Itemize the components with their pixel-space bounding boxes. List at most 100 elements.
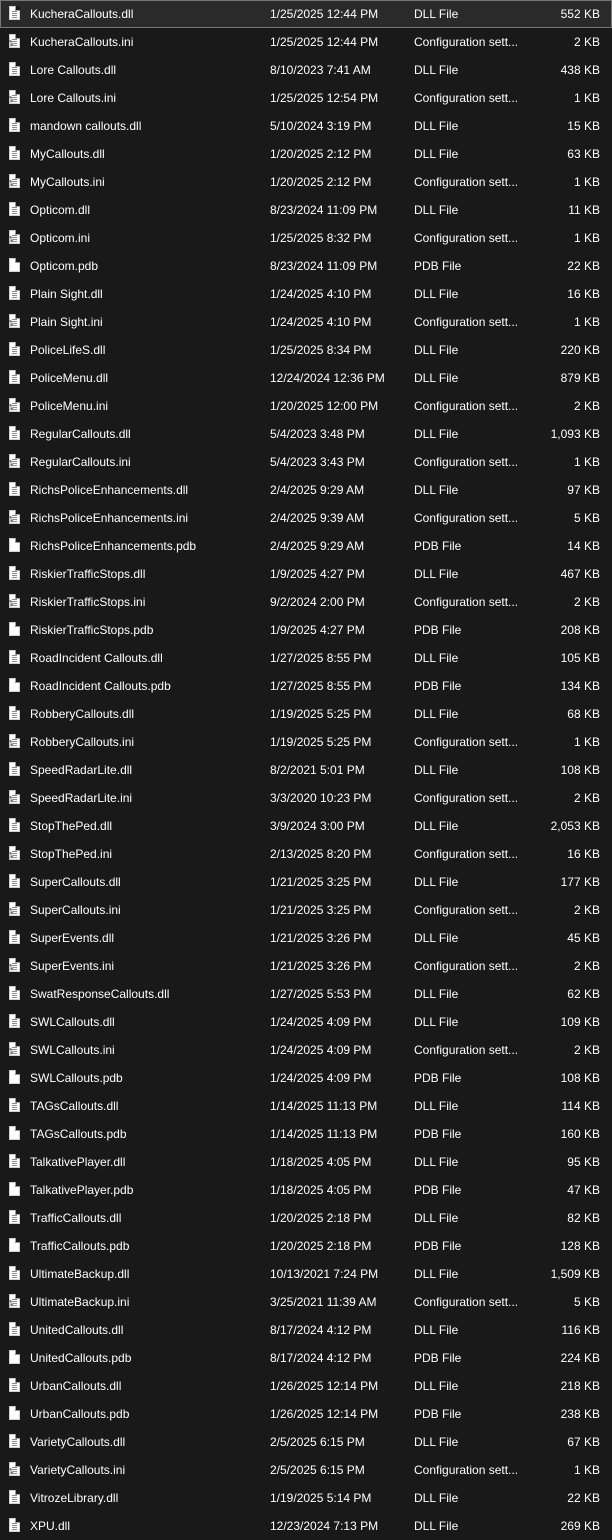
file-date-modified: 1/9/2025 4:27 PM [270,623,365,637]
file-name: StopThePed.ini [30,847,113,861]
file-date-modified: 1/27/2025 8:55 PM [270,679,372,693]
file-row[interactable]: Opticom.pdb 8/23/2024 11:09 PM PDB File 22 … [0,252,612,280]
file-type: Configuration sett... [414,791,519,805]
file-row[interactable]: UrbanCallouts.dll 1/26/2025 12:14 PM DLL F… [0,1372,612,1400]
file-row[interactable]: SWLCallouts.ini 1/24/2025 4:09 PM Configur… [0,1036,612,1064]
file-icon-cell [9,812,25,840]
file-icon-cell [9,1036,25,1064]
dll-file-icon [9,1518,20,1532]
config-file-icon [9,1462,20,1476]
file-icon-cell [9,168,25,196]
file-icon-cell [9,280,25,308]
file-row[interactable]: SpeedRadarLite.ini 3/3/2020 10:23 PM Confi… [0,784,612,812]
file-size: 160 KB [560,1127,600,1141]
file-row[interactable]: Lore Callouts.dll 8/10/2023 7:41 AM DLL Fi… [0,56,612,84]
file-row[interactable]: TalkativePlayer.dll 1/18/2025 4:05 PM DLL … [0,1148,612,1176]
file-size: 22 KB [567,1491,600,1505]
config-file-icon [9,734,20,748]
file-icon-cell [9,252,25,280]
file-row[interactable]: PoliceMenu.ini 1/20/2025 12:00 PM Configur… [0,392,612,420]
file-row[interactable]: PoliceLifeS.dll 1/25/2025 8:34 PM DLL File… [0,336,612,364]
file-row[interactable]: mandown callouts.dll 5/10/2024 3:19 PM DLL… [0,112,612,140]
file-row[interactable]: UnitedCallouts.dll 8/17/2024 4:12 PM DLL F… [0,1316,612,1344]
file-row[interactable]: SWLCallouts.dll 1/24/2025 4:09 PM DLL File… [0,1008,612,1036]
file-type: PDB File [414,539,462,553]
file-row[interactable]: Plain Sight.dll 1/24/2025 4:10 PM DLL File… [0,280,612,308]
file-row[interactable]: XPU.dll 12/23/2024 7:13 PM DLL File 269 KB [0,1512,612,1540]
file-row[interactable]: MyCallouts.dll 1/20/2025 2:12 PM DLL File 6… [0,140,612,168]
file-row[interactable]: KucheraCallouts.dll 1/25/2025 12:44 PM DLL… [0,0,612,28]
file-icon-cell [9,1512,25,1540]
file-row[interactable]: RiskierTrafficStops.ini 9/2/2024 2:00 PM C… [0,588,612,616]
file-icon-cell [9,560,25,588]
file-icon-cell [9,140,25,168]
file-row[interactable]: StopThePed.ini 2/13/2025 8:20 PM Configura… [0,840,612,868]
dll-file-icon [9,286,20,300]
file-row[interactable]: RobberyCallouts.ini 1/19/2025 5:25 PM Conf… [0,728,612,756]
file-type: DLL File [414,1491,459,1505]
file-row[interactable]: TrafficCallouts.pdb 1/20/2025 2:18 PM PDB … [0,1232,612,1260]
file-row[interactable]: TalkativePlayer.pdb 1/18/2025 4:05 PM PDB … [0,1176,612,1204]
file-icon-cell [9,980,25,1008]
file-row[interactable]: StopThePed.dll 3/9/2024 3:00 PM DLL File 2,… [0,812,612,840]
file-row[interactable]: SuperCallouts.dll 1/21/2025 3:25 PM DLL Fi… [0,868,612,896]
file-row[interactable]: RobberyCallouts.dll 1/19/2025 5:25 PM DLL … [0,700,612,728]
file-type: Configuration sett... [414,231,519,245]
file-row[interactable]: VitrozeLibrary.dll 1/19/2025 5:14 PM DLL F… [0,1484,612,1512]
file-row[interactable]: SuperEvents.dll 1/21/2025 3:26 PM DLL File… [0,924,612,952]
file-row[interactable]: Lore Callouts.ini 1/25/2025 12:54 PM Confi… [0,84,612,112]
file-row[interactable]: TAGsCallouts.dll 1/14/2025 11:13 PM DLL Fi… [0,1092,612,1120]
file-icon-cell [9,84,25,112]
file-row[interactable]: SwatResponseCallouts.dll 1/27/2025 5:53 P… [0,980,612,1008]
file-row[interactable]: RoadIncident Callouts.dll 1/27/2025 8:55 … [0,644,612,672]
file-row[interactable]: RiskierTrafficStops.pdb 1/9/2025 4:27 PM P… [0,616,612,644]
file-size: 1 KB [573,455,600,469]
file-name: XPU.dll [30,1519,71,1533]
file-row[interactable]: RichsPoliceEnhancements.dll 2/4/2025 9:29… [0,476,612,504]
file-row[interactable]: SpeedRadarLite.dll 8/2/2021 5:01 PM DLL Fi… [0,756,612,784]
file-name: SWLCallouts.ini [30,1043,115,1057]
file-size: 238 KB [560,1407,600,1421]
file-icon-cell [9,1400,25,1428]
dll-file-icon [9,818,20,832]
file-row[interactable]: VarietyCallouts.ini 2/5/2025 6:15 PM Confi… [0,1456,612,1484]
file-row[interactable]: MyCallouts.ini 1/20/2025 2:12 PM Configura… [0,168,612,196]
file-size: 269 KB [560,1519,600,1533]
file-row[interactable]: RichsPoliceEnhancements.pdb 2/4/2025 9:29… [0,532,612,560]
file-name: RegularCallouts.dll [30,427,131,441]
file-name: StopThePed.dll [30,819,113,833]
file-date-modified: 5/4/2023 3:43 PM [270,455,365,469]
file-row[interactable]: Plain Sight.ini 1/24/2025 4:10 PM Configur… [0,308,612,336]
file-row[interactable]: RegularCallouts.ini 5/4/2023 3:43 PM Confi… [0,448,612,476]
file-size: 1,093 KB [550,427,600,441]
file-row[interactable]: RegularCallouts.dll 5/4/2023 3:48 PM DLL F… [0,420,612,448]
file-row[interactable]: PoliceMenu.dll 12/24/2024 12:36 PM DLL Fil… [0,364,612,392]
file-size: 68 KB [567,707,600,721]
file-date-modified: 8/2/2021 5:01 PM [270,763,365,777]
file-row[interactable]: KucheraCallouts.ini 1/25/2025 12:44 PM Con… [0,28,612,56]
file-row[interactable]: TAGsCallouts.pdb 1/14/2025 11:13 PM PDB Fi… [0,1120,612,1148]
file-name: VarietyCallouts.ini [30,1463,126,1477]
file-row[interactable]: RiskierTrafficStops.dll 1/9/2025 4:27 PM D… [0,560,612,588]
file-name: Plain Sight.dll [30,287,103,301]
file-row[interactable]: Opticom.dll 8/23/2024 11:09 PM DLL File 11 … [0,196,612,224]
file-icon-cell [9,1092,25,1120]
file-name: TAGsCallouts.pdb [30,1127,127,1141]
file-row[interactable]: SuperCallouts.ini 1/21/2025 3:25 PM Config… [0,896,612,924]
file-row[interactable]: SWLCallouts.pdb 1/24/2025 4:09 PM PDB File… [0,1064,612,1092]
file-row[interactable]: UltimateBackup.dll 10/13/2021 7:24 PM DLL … [0,1260,612,1288]
file-type: DLL File [414,119,459,133]
dll-file-icon [9,342,20,356]
file-row[interactable]: TrafficCallouts.dll 1/20/2025 2:18 PM DLL … [0,1204,612,1232]
file-row[interactable]: UnitedCallouts.pdb 8/17/2024 4:12 PM PDB F… [0,1344,612,1372]
file-row[interactable]: SuperEvents.ini 1/21/2025 3:26 PM Configur… [0,952,612,980]
file-name: Lore Callouts.ini [30,91,117,105]
file-row[interactable]: UrbanCallouts.pdb 1/26/2025 12:14 PM PDB F… [0,1400,612,1428]
file-row[interactable]: VarietyCallouts.dll 2/5/2025 6:15 PM DLL F… [0,1428,612,1456]
file-name: SWLCallouts.pdb [30,1071,123,1085]
file-row[interactable]: UltimateBackup.ini 3/25/2021 11:39 AM Conf… [0,1288,612,1316]
config-file-icon [9,510,20,524]
file-row[interactable]: RichsPoliceEnhancements.ini 2/4/2025 9:39… [0,504,612,532]
file-row[interactable]: RoadIncident Callouts.pdb 1/27/2025 8:55 … [0,672,612,700]
file-row[interactable]: Opticom.ini 1/25/2025 8:32 PM Configuratio… [0,224,612,252]
